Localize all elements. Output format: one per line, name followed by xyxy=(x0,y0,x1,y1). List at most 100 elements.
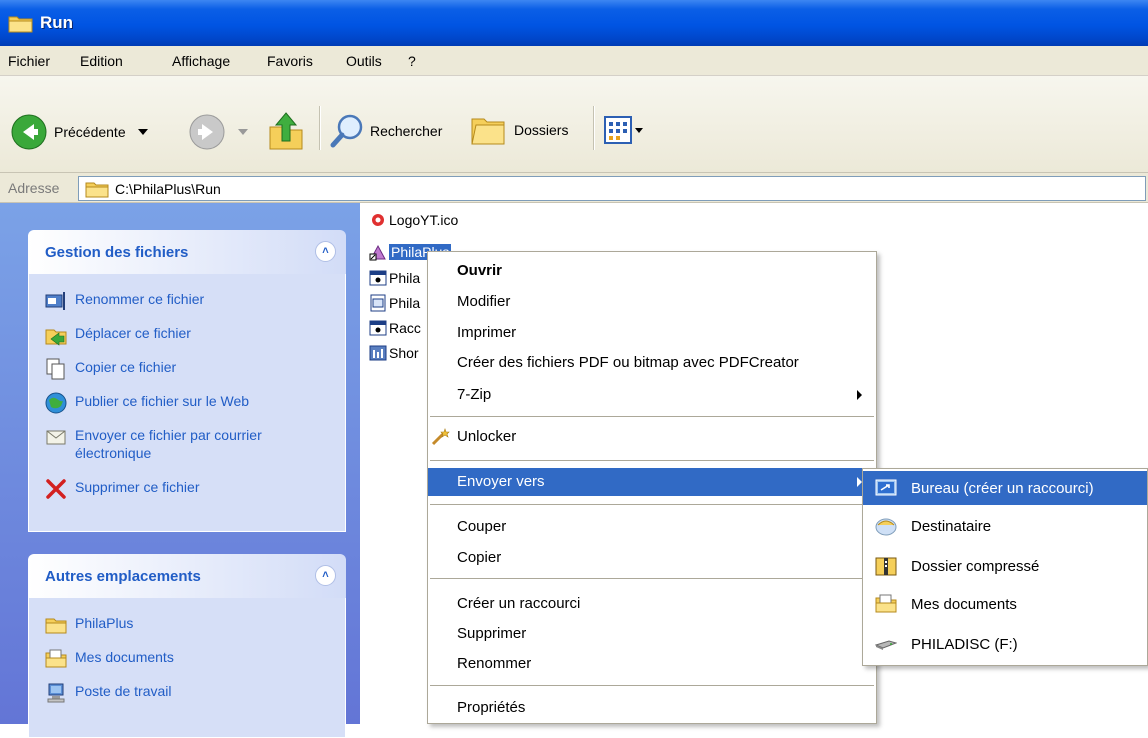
send-to-my-documents[interactable]: Mes documents xyxy=(863,587,1147,621)
folders-icon xyxy=(470,113,506,147)
forward-arrow-icon xyxy=(188,113,226,151)
file-item[interactable]: Phila xyxy=(369,294,420,312)
menu-item-label: Unlocker xyxy=(457,428,517,445)
search-button[interactable]: Rechercher xyxy=(330,113,442,149)
forward-button[interactable] xyxy=(188,113,248,151)
menu-item-label: Modifier xyxy=(457,293,511,310)
submenu-item-label: Destinataire xyxy=(911,517,992,535)
menu-item-create-shortcut[interactable]: Créer un raccourci xyxy=(428,590,876,618)
folders-button[interactable]: Dossiers xyxy=(470,113,568,147)
send-to-submenu: Bureau (créer un raccourci) Destinataire… xyxy=(862,468,1148,666)
settings-file-icon xyxy=(369,294,387,312)
place-my-documents[interactable]: Mes documents xyxy=(45,648,335,670)
menu-item-label: Créer des fichiers PDF ou bitmap avec PD… xyxy=(457,354,799,371)
computer-icon xyxy=(45,682,67,704)
task-email-file[interactable]: Envoyer ce fichier par courrier électron… xyxy=(45,426,335,462)
folders-label: Dossiers xyxy=(514,122,569,138)
menu-divider xyxy=(430,578,874,579)
menu-item-unlocker[interactable]: Unlocker xyxy=(428,423,876,451)
collapse-chevron-icon[interactable]: ˄ xyxy=(315,241,336,262)
my-documents-icon xyxy=(45,648,67,670)
send-to-mail-recipient[interactable]: Destinataire xyxy=(863,509,1147,543)
menu-tools[interactable]: Outils xyxy=(346,53,382,69)
submenu-item-label: Mes documents xyxy=(911,595,1017,613)
unlocker-wand-icon xyxy=(431,428,451,446)
task-delete-file[interactable]: Supprimer ce fichier xyxy=(45,478,335,500)
send-to-removable-drive[interactable]: PHILADISC (F:) xyxy=(863,627,1147,661)
file-tasks-body: Renommer ce fichier Déplacer ce fichier … xyxy=(28,274,346,532)
file-item[interactable]: LogoYT.ico xyxy=(369,211,458,229)
address-path: C:\PhilaPlus\Run xyxy=(115,180,221,197)
menu-item-label: Ouvrir xyxy=(457,262,503,279)
send-to-desktop[interactable]: Bureau (créer un raccourci) xyxy=(863,471,1147,505)
file-item[interactable]: Phila xyxy=(369,269,420,287)
menu-help[interactable]: ? xyxy=(408,53,416,69)
menu-item-label: Supprimer xyxy=(457,625,527,642)
menu-item-open[interactable]: Ouvrir xyxy=(428,257,876,285)
menu-item-label: Couper xyxy=(457,518,507,535)
back-button[interactable]: Précédente xyxy=(10,113,148,151)
menu-item-print[interactable]: Imprimer xyxy=(428,319,876,347)
views-button[interactable] xyxy=(604,116,643,144)
menu-bar: Fichier Edition Affichage Favoris Outils… xyxy=(0,46,1148,76)
file-name: Racc xyxy=(389,320,421,336)
task-copy-file[interactable]: Copier ce fichier xyxy=(45,358,335,380)
file-tasks-title: Gestion des fichiers xyxy=(45,244,189,261)
move-file-icon xyxy=(45,324,67,346)
back-dropdown-icon[interactable] xyxy=(137,129,148,135)
submenu-arrow-icon xyxy=(857,390,862,400)
submenu-item-label: PHILADISC (F:) xyxy=(911,635,1018,653)
file-name: Phila xyxy=(389,270,421,286)
address-field[interactable]: C:\PhilaPlus\Run xyxy=(78,176,1146,201)
file-item[interactable]: Shor xyxy=(369,344,419,362)
toolbar: Précédente Rechercher Dossiers xyxy=(0,76,1148,173)
menu-item-label: Créer un raccourci xyxy=(457,595,581,612)
menu-item-copy[interactable]: Copier xyxy=(428,544,876,572)
task-rename-file[interactable]: Renommer ce fichier xyxy=(45,290,335,312)
executable-icon xyxy=(369,269,387,287)
task-label: Copier ce fichier xyxy=(75,359,177,375)
send-to-compressed-folder[interactable]: Dossier compressé xyxy=(863,549,1147,583)
file-name: Phila xyxy=(389,295,421,311)
up-folder-button[interactable] xyxy=(268,111,304,151)
menu-item-send-to[interactable]: Envoyer vers xyxy=(428,468,876,496)
place-label: PhilaPlus xyxy=(75,615,134,631)
menu-edit[interactable]: Edition xyxy=(80,53,123,69)
folder-icon xyxy=(85,180,109,198)
menu-item-cut[interactable]: Couper xyxy=(428,513,876,541)
menu-item-rename[interactable]: Renommer xyxy=(428,650,876,678)
menu-item-edit[interactable]: Modifier xyxy=(428,288,876,316)
task-move-file[interactable]: Déplacer ce fichier xyxy=(45,324,335,346)
menu-item-properties[interactable]: Propriétés xyxy=(428,694,876,722)
folder-icon xyxy=(45,614,67,636)
title-bar[interactable]: Run xyxy=(0,0,1148,46)
search-label: Rechercher xyxy=(370,123,443,139)
task-label: Déplacer ce fichier xyxy=(75,325,191,341)
file-name: LogoYT.ico xyxy=(389,212,459,228)
forward-dropdown-icon[interactable] xyxy=(238,129,248,135)
menu-file[interactable]: Fichier xyxy=(8,53,50,69)
file-item[interactable]: Racc xyxy=(369,319,421,337)
menu-favorites[interactable]: Favoris xyxy=(267,53,313,69)
menu-item-7zip[interactable]: 7-Zip xyxy=(428,381,876,409)
folder-icon xyxy=(8,12,34,34)
task-publish-web[interactable]: Publier ce fichier sur le Web xyxy=(45,392,335,414)
other-places-header[interactable]: Autres emplacements ˄ xyxy=(28,554,346,598)
executable-icon xyxy=(369,319,387,337)
collapse-chevron-icon[interactable]: ˄ xyxy=(315,565,336,586)
menu-view[interactable]: Affichage xyxy=(172,53,230,69)
file-tasks-header[interactable]: Gestion des fichiers ˄ xyxy=(28,230,346,274)
shortcut-icon xyxy=(369,344,387,362)
file-name: Shor xyxy=(389,345,419,361)
task-label: Envoyer ce fichier par courrier électron… xyxy=(75,427,262,461)
menu-item-pdfcreator[interactable]: Créer des fichiers PDF ou bitmap avec PD… xyxy=(428,349,876,377)
views-dropdown-icon[interactable] xyxy=(635,127,643,133)
menu-item-label: 7-Zip xyxy=(457,386,492,403)
mail-recipient-icon xyxy=(875,515,897,537)
mail-icon xyxy=(45,426,67,448)
place-my-computer[interactable]: Poste de travail xyxy=(45,682,335,704)
menu-item-delete[interactable]: Supprimer xyxy=(428,620,876,648)
views-icon xyxy=(604,116,632,144)
place-philaplus[interactable]: PhilaPlus xyxy=(45,614,335,636)
menu-divider xyxy=(430,685,874,686)
